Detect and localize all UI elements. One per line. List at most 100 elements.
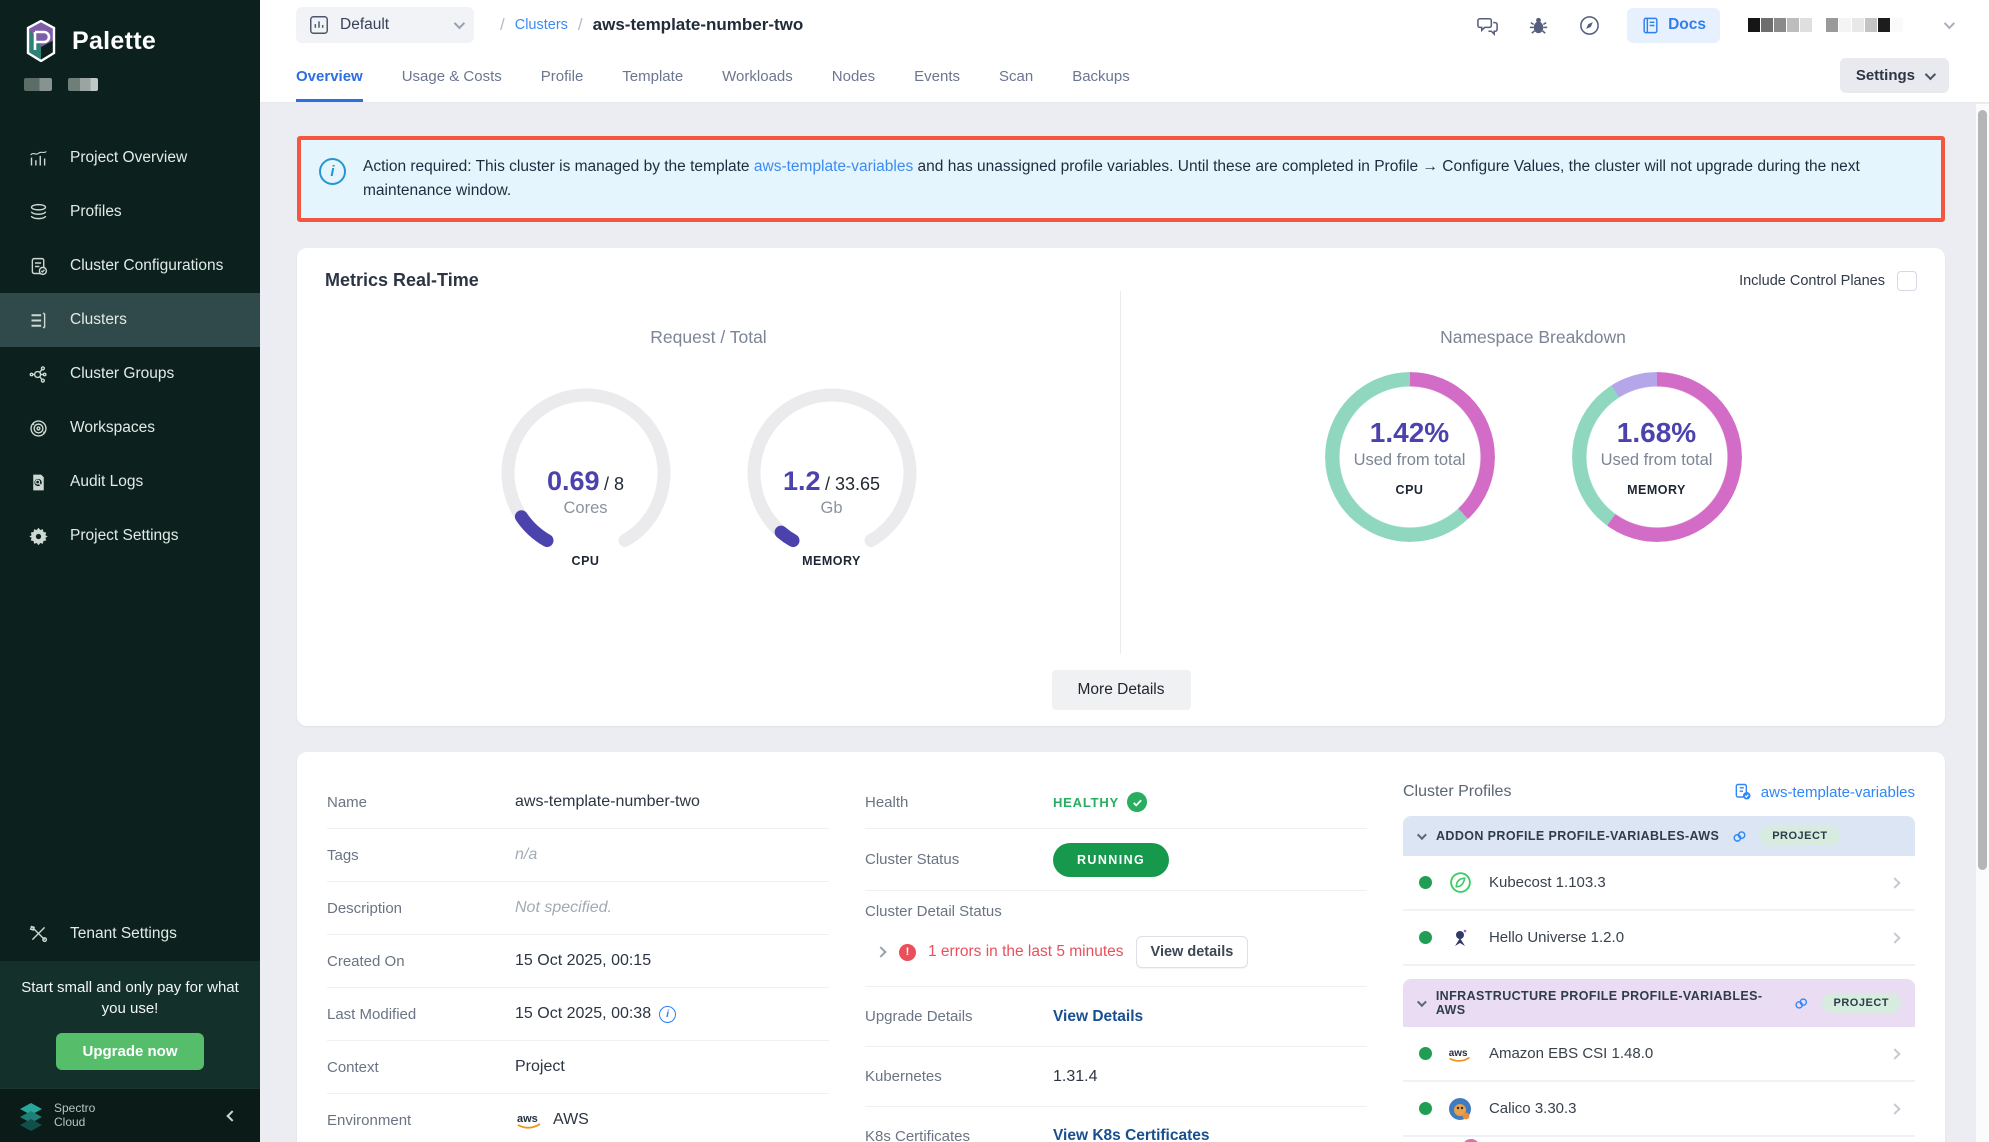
project-selector-value: Default <box>340 16 389 34</box>
sidebar-collapse-button[interactable] <box>224 1108 240 1124</box>
view-details-button[interactable]: View details <box>1136 936 1249 968</box>
sidebar-item-clusters[interactable]: Clusters <box>0 293 260 347</box>
cpu-request-gauge: 0.69 / 8 Cores CPU <box>491 378 681 568</box>
document-search-icon <box>26 470 50 494</box>
pack-row-kubecost[interactable]: Kubecost 1.103.3 <box>1403 856 1915 911</box>
gauge-center: 0.69 / 8 Cores <box>491 466 681 518</box>
tab-nodes[interactable]: Nodes <box>832 50 875 102</box>
svg-text:aws: aws <box>517 1113 538 1125</box>
main-area: Default / Clusters / aws-template-number… <box>260 0 1989 1142</box>
tab-backups[interactable]: Backups <box>1072 50 1130 102</box>
upgrade-view-details-link[interactable]: View Details <box>1053 1008 1143 1026</box>
kubecost-icon <box>1447 869 1474 896</box>
report-bug-button[interactable] <box>1525 12 1552 39</box>
upgrade-now-button[interactable]: Upgrade now <box>56 1033 203 1070</box>
redacted-block <box>68 78 98 91</box>
tab-template[interactable]: Template <box>622 50 683 102</box>
namespace-cpu-donut: 1.42% Used from total CPU <box>1325 372 1495 542</box>
expand-errors-button[interactable] <box>875 946 887 958</box>
tab-profile[interactable]: Profile <box>541 50 584 102</box>
aws-logo-icon: aws <box>1447 1040 1474 1067</box>
sidebar-item-cluster-groups[interactable]: Cluster Groups <box>0 347 260 401</box>
more-details-button[interactable]: More Details <box>1052 670 1191 710</box>
link-icon <box>1731 828 1748 845</box>
sidebar-item-cluster-configurations[interactable]: Cluster Configurations <box>0 239 260 293</box>
tab-overview[interactable]: Overview <box>296 50 363 102</box>
chevron-right-icon <box>1889 877 1900 888</box>
field-row-description: Description Not specified. <box>327 882 829 935</box>
document-check-icon <box>26 254 50 278</box>
tab-workloads[interactable]: Workloads <box>722 50 793 102</box>
health-status: HEALTHY <box>1053 792 1147 812</box>
pack-row-amazon-ebs-csi[interactable]: aws Amazon EBS CSI 1.48.0 <box>1403 1027 1915 1082</box>
redacted-block <box>24 78 52 91</box>
metrics-header: Metrics Real-Time Include Control Planes <box>297 248 1945 291</box>
template-variables-link[interactable]: aws-template-variables <box>1733 782 1915 802</box>
gauge-label: CPU <box>572 554 600 568</box>
tabs: Overview Usage & Costs Profile Template … <box>296 50 1130 102</box>
settings-button[interactable]: Settings <box>1840 58 1949 93</box>
infrastructure-profile-header[interactable]: INFRASTRUCTURE PROFILE PROFILE-VARIABLES… <box>1403 979 1915 1027</box>
explore-button[interactable] <box>1576 12 1603 39</box>
brand-logo-row: Palette <box>0 0 260 72</box>
info-icon[interactable]: i <box>659 1006 676 1023</box>
pack-status-dot <box>1419 1102 1432 1115</box>
template-doc-icon <box>1733 782 1753 802</box>
field-row-context: Context Project <box>327 1041 829 1094</box>
calico-icon <box>1447 1095 1474 1122</box>
sidebar-nav: Project Overview Profiles Cluster Config… <box>0 131 260 563</box>
running-status-pill[interactable]: RUNNING <box>1053 843 1169 877</box>
sidebar-item-tenant-settings[interactable]: Tenant Settings <box>0 907 260 961</box>
sidebar-item-label: Project Settings <box>70 527 179 545</box>
sidebar-item-workspaces[interactable]: Workspaces <box>0 401 260 455</box>
pack-row-partial[interactable] <box>1403 1137 1915 1142</box>
check-circle-icon <box>1127 792 1147 812</box>
sidebar-bottom: Tenant Settings Start small and only pay… <box>0 907 260 1142</box>
breadcrumb-separator: / <box>500 15 505 35</box>
aws-logo-icon: aws <box>515 1110 545 1130</box>
kubernetes-row: Kubernetes 1.31.4 <box>865 1047 1367 1107</box>
breadcrumb: / Clusters / aws-template-number-two <box>500 15 803 35</box>
cluster-detail-status: Cluster Detail Status ! 1 errors in the … <box>865 891 1367 987</box>
action-required-banner: i Action required: This cluster is manag… <box>297 136 1945 222</box>
feedback-button[interactable] <box>1474 12 1501 39</box>
tab-events[interactable]: Events <box>914 50 960 102</box>
namespace-breakdown-title: Namespace Breakdown <box>1440 327 1626 348</box>
breadcrumb-clusters-link[interactable]: Clusters <box>515 17 568 33</box>
pack-row-calico[interactable]: Calico 3.30.3 <box>1403 1082 1915 1137</box>
include-control-planes-checkbox[interactable] <box>1897 271 1917 291</box>
spectro-cloud-logo <box>16 1101 46 1131</box>
banner-template-link[interactable]: aws-template-variables <box>754 158 913 175</box>
sidebar-item-project-settings[interactable]: Project Settings <box>0 509 260 563</box>
sidebar-item-profiles[interactable]: Profiles <box>0 185 260 239</box>
breadcrumb-current: aws-template-number-two <box>593 15 804 35</box>
addon-profile-header[interactable]: ADDON PROFILE PROFILE-VARIABLES-AWS PROJ… <box>1403 816 1915 856</box>
donut-center: 1.42% Used from total CPU <box>1325 372 1495 542</box>
scrollbar-thumb[interactable] <box>1978 110 1987 870</box>
chevron-down-icon <box>454 18 465 29</box>
docs-button[interactable]: Docs <box>1627 8 1720 43</box>
tab-usage-costs[interactable]: Usage & Costs <box>402 50 502 102</box>
project-selector[interactable]: Default <box>296 7 474 43</box>
sidebar-item-label: Workspaces <box>70 419 155 437</box>
chevron-right-icon <box>1889 1103 1900 1114</box>
banner-text: Action required: This cluster is managed… <box>363 155 1921 203</box>
view-k8s-certificates-link[interactable]: View K8s Certificates <box>1053 1127 1210 1142</box>
pack-row-hello-universe[interactable]: Hello Universe 1.2.0 <box>1403 911 1915 966</box>
metrics-title: Metrics Real-Time <box>325 270 479 291</box>
page-content: i Action required: This cluster is manag… <box>260 103 1989 1142</box>
user-menu-button[interactable] <box>1941 18 1955 32</box>
cluster-profiles-column: Cluster Profiles aws-template-variables … <box>1403 776 1915 1142</box>
field-row-last-modified: Last Modified 15 Oct 2025, 00:38i <box>327 988 829 1041</box>
tab-scan[interactable]: Scan <box>999 50 1033 102</box>
sidebar-item-audit-logs[interactable]: Audit Logs <box>0 455 260 509</box>
upsell-text: Start small and only pay for what you us… <box>18 977 242 1021</box>
sidebar-item-label: Tenant Settings <box>70 925 177 943</box>
sidebar-item-project-overview[interactable]: Project Overview <box>0 131 260 185</box>
project-badge: PROJECT <box>1822 993 1901 1013</box>
overview-fields-column: Name aws-template-number-two Tags n/a De… <box>327 776 829 1142</box>
network-nodes-icon <box>26 362 50 386</box>
status-column: Health HEALTHY Cluster Status RUNNING Cl… <box>865 776 1367 1142</box>
metrics-body: Request / Total 0.69 / 8 Cores CPU <box>297 291 1945 654</box>
app-root: Palette Project Overview Profiles <box>0 0 1989 1142</box>
